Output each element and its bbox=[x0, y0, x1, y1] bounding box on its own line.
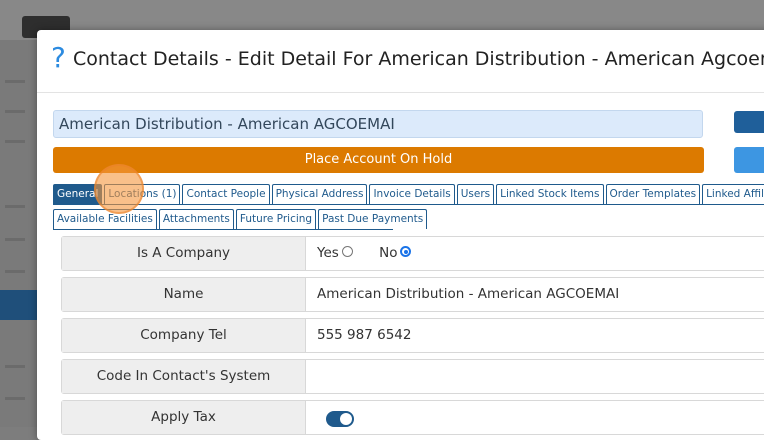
tab-physical-address[interactable]: Physical Address bbox=[271, 184, 368, 204]
tab-invoice-details[interactable]: Invoice Details bbox=[369, 184, 455, 204]
dialog-header: ? Contact Details - Edit Detail For Amer… bbox=[37, 30, 764, 93]
background-line bbox=[5, 238, 25, 241]
tab-linked-stock-items[interactable]: Linked Stock Items bbox=[496, 184, 604, 204]
is-company-no-option[interactable]: No bbox=[379, 237, 412, 270]
form-row-apply-tax: Apply Tax bbox=[61, 400, 764, 435]
tabs-row-2: Available Facilities Attachments Future Pr… bbox=[53, 205, 428, 230]
is-company-yes-option[interactable]: Yes bbox=[317, 237, 353, 270]
background-sidebar bbox=[0, 40, 40, 427]
company-tel-label: Company Tel bbox=[62, 319, 306, 352]
background-sidebar-active-item bbox=[0, 290, 40, 320]
background-line bbox=[5, 80, 25, 83]
contact-details-dialog: ? Contact Details - Edit Detail For Amer… bbox=[37, 30, 764, 440]
apply-tax-toggle[interactable] bbox=[326, 411, 354, 427]
background-line bbox=[5, 397, 25, 400]
tab-future-pricing[interactable]: Future Pricing bbox=[235, 209, 317, 229]
background-line bbox=[5, 140, 25, 143]
no-radio[interactable] bbox=[400, 246, 412, 257]
help-icon[interactable]: ? bbox=[51, 42, 66, 74]
background-line bbox=[5, 110, 25, 113]
apply-tax-label: Apply Tax bbox=[62, 401, 306, 434]
background-line bbox=[5, 205, 25, 208]
yes-radio[interactable] bbox=[341, 246, 353, 257]
tab-locations-1[interactable]: Locations (1) bbox=[104, 184, 181, 204]
yes-label: Yes bbox=[317, 245, 339, 261]
tab-order-templates[interactable]: Order Templates bbox=[605, 184, 701, 204]
is-company-label: Is A Company bbox=[62, 237, 306, 270]
name-label: Name bbox=[62, 278, 306, 311]
tab-available-facilities[interactable]: Available Facilities bbox=[53, 209, 157, 229]
form-row-name: Name American Distribution - American AG… bbox=[61, 277, 764, 312]
tab-general[interactable]: General bbox=[53, 184, 103, 204]
form-row-company-tel: Company Tel 555 987 6542 bbox=[61, 318, 764, 353]
code-label: Code In Contact's System (optional) bbox=[62, 360, 306, 417]
account-name-input[interactable] bbox=[53, 110, 703, 138]
secondary-action-button[interactable] bbox=[734, 147, 764, 173]
background-line bbox=[5, 365, 25, 368]
tabs-row-1: General Locations (1) Contact People Physic… bbox=[53, 181, 764, 205]
form-row-is-company: Is A Company Yes No bbox=[61, 236, 764, 271]
tab-past-due-payments[interactable]: Past Due Payments bbox=[318, 209, 428, 229]
company-tel-value[interactable]: 555 987 6542 bbox=[317, 319, 411, 352]
no-label: No bbox=[379, 245, 398, 261]
place-account-on-hold-button[interactable]: Place Account On Hold bbox=[53, 147, 704, 173]
tab-linked-affiliates[interactable]: Linked Affiliates bbox=[702, 184, 764, 204]
tab-contact-people[interactable]: Contact People bbox=[182, 184, 270, 204]
tab-attachments[interactable]: Attachments bbox=[158, 209, 234, 229]
dialog-title: Contact Details - Edit Detail For Americ… bbox=[73, 48, 764, 70]
save-button[interactable] bbox=[734, 111, 764, 133]
is-company-options: Yes No bbox=[317, 237, 433, 270]
tab-users[interactable]: Users bbox=[456, 184, 495, 204]
name-value[interactable]: American Distribution - American AGCOEMA… bbox=[317, 278, 619, 311]
form-row-code: Code In Contact's System (optional) bbox=[61, 359, 764, 417]
background-line bbox=[5, 270, 25, 273]
